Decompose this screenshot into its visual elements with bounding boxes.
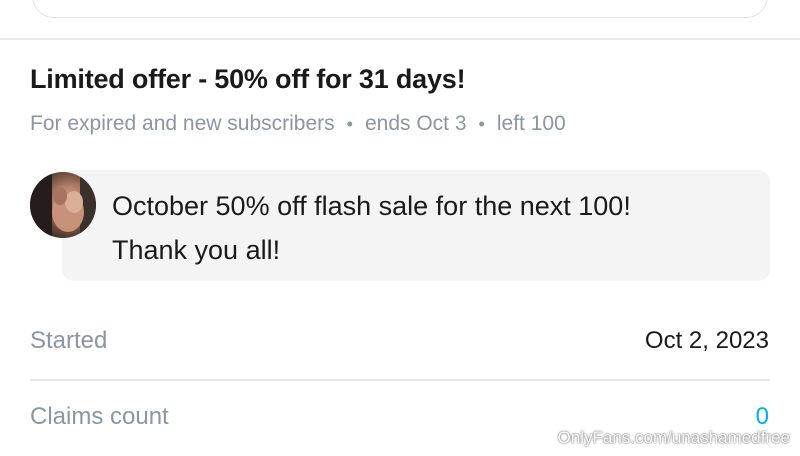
avatar[interactable] <box>30 172 96 238</box>
started-label: Started <box>30 327 108 354</box>
message-line: October 50% off flash sale for the next … <box>112 191 631 221</box>
avatar-photo-icon <box>30 172 96 238</box>
message-text: October 50% off flash sale for the next … <box>112 184 752 272</box>
claims-count-label: Claims count <box>30 403 169 430</box>
offer-left: left 100 <box>496 112 566 135</box>
section-divider <box>0 38 800 40</box>
offer-title: Limited offer - 50% off for 31 days! <box>30 64 466 94</box>
previous-card <box>32 0 768 18</box>
row-divider <box>30 379 770 381</box>
separator-dot: • <box>346 113 353 134</box>
separator-dot: • <box>478 113 485 134</box>
message-line: Thank you all! <box>112 235 281 265</box>
claims-count-value[interactable]: 0 <box>756 403 769 431</box>
offer-ends: ends Oct 3 <box>364 112 467 135</box>
offer-meta: For expired and new subscribers • ends O… <box>30 112 566 136</box>
started-value: Oct 2, 2023 <box>644 327 769 354</box>
offer-audience: For expired and new subscribers <box>30 112 335 135</box>
watermark: OnlyFans.com/unashamedfree <box>557 428 790 447</box>
